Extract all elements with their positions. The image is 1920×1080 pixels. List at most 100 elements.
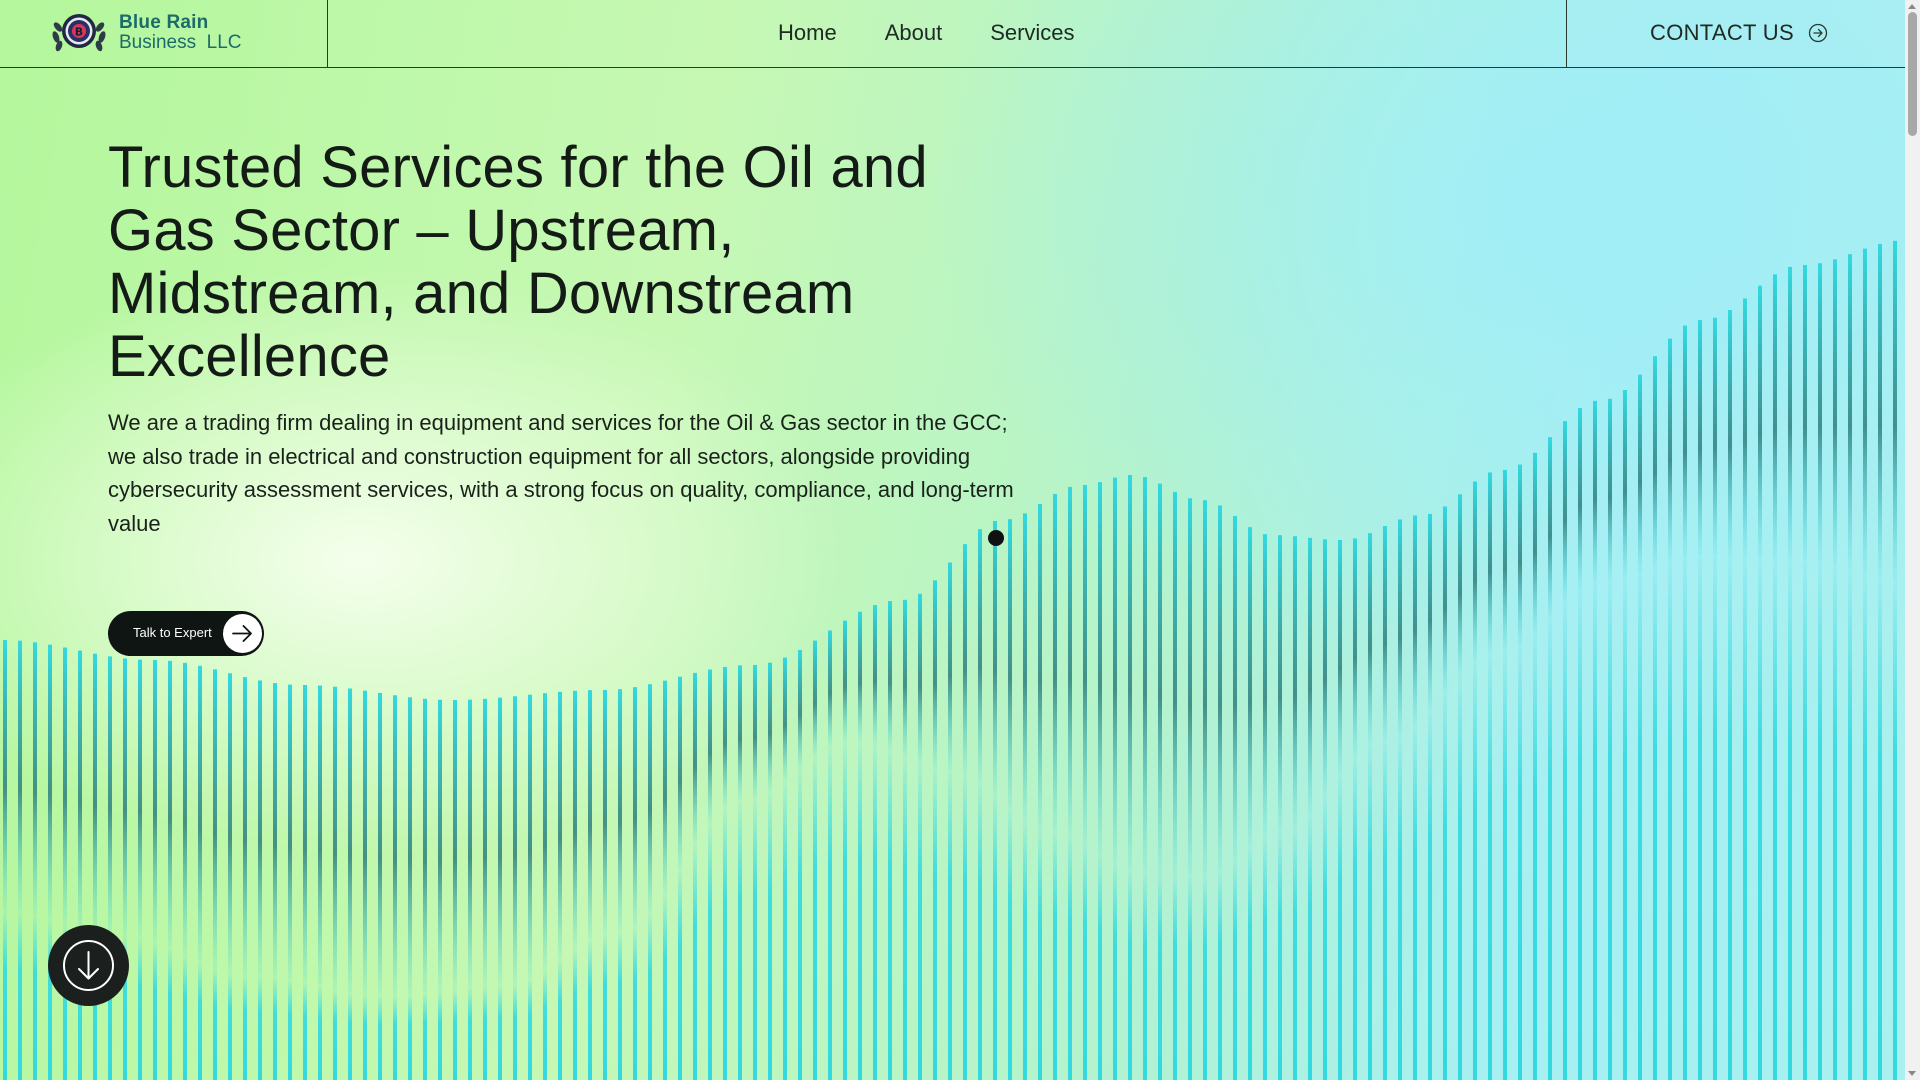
wave-bar-lower bbox=[1008, 807, 1012, 1080]
wave-bar-lower bbox=[138, 936, 142, 1080]
wave-bar-lower bbox=[648, 913, 652, 1080]
wave-bar-upper bbox=[783, 657, 787, 781]
wave-bar-lower bbox=[153, 941, 157, 1080]
wave-bar-upper bbox=[888, 601, 892, 750]
wave-bar-upper bbox=[333, 686, 337, 990]
wave-bar-upper bbox=[1323, 539, 1327, 795]
wave-bar-upper bbox=[288, 684, 292, 979]
cursor-dot bbox=[988, 530, 1004, 546]
wave-bar-lower bbox=[1143, 870, 1147, 1080]
wave-bar-lower bbox=[1653, 566, 1657, 1080]
wave-bar-upper bbox=[108, 656, 112, 935]
wave-bar-upper bbox=[1038, 503, 1042, 828]
hero-title: Trusted Services for the Oil and Gas Sec… bbox=[108, 135, 928, 389]
logo[interactable]: B Blue Rain Business LLC bbox=[0, 0, 328, 67]
wave-bar-lower bbox=[228, 972, 232, 1080]
wave-bar-lower bbox=[348, 992, 352, 1080]
wave-bar-upper bbox=[963, 544, 967, 773]
wave-bar-upper bbox=[1113, 477, 1117, 862]
wave-bar-lower bbox=[423, 992, 427, 1080]
wave-bar-lower bbox=[1458, 674, 1462, 1080]
wave-bar-upper bbox=[1608, 398, 1612, 580]
wave-bar-lower bbox=[663, 892, 667, 1080]
wave-bar-lower bbox=[1053, 830, 1057, 1080]
scroll-thumb[interactable] bbox=[1908, 12, 1917, 136]
wave-bar-upper bbox=[918, 593, 922, 764]
wave-bar-lower bbox=[273, 976, 277, 1080]
wave-bar-lower bbox=[1338, 773, 1342, 1080]
wave-bar-upper bbox=[1158, 483, 1162, 872]
vertical-scrollbar[interactable] bbox=[1905, 0, 1920, 1080]
wave-bar-upper bbox=[363, 690, 367, 995]
wave-bar-upper bbox=[1248, 527, 1252, 846]
wave-bar-lower bbox=[843, 740, 847, 1080]
wave-bar-upper bbox=[1863, 248, 1867, 574]
talk-to-expert-button[interactable]: Talk to Expert bbox=[108, 611, 264, 656]
hero-description: We are a trading firm dealing in equipme… bbox=[108, 410, 1014, 536]
wave-bar-upper bbox=[213, 669, 217, 968]
wave-bar-upper bbox=[1503, 469, 1507, 650]
wave-bar-lower bbox=[513, 983, 517, 1080]
contact-us-button[interactable]: CONTACT US bbox=[1650, 20, 1828, 46]
wave-bar-lower bbox=[738, 800, 742, 1080]
wave-bar-lower bbox=[363, 994, 367, 1080]
wave-bar-upper bbox=[813, 640, 817, 756]
laurel-emblem-icon: B bbox=[52, 14, 106, 52]
wave-bar-upper bbox=[1638, 374, 1642, 573]
wave-bar-upper bbox=[693, 672, 697, 844]
wave-bar-upper bbox=[1278, 535, 1282, 831]
wave-bar-lower bbox=[813, 755, 817, 1080]
wave-bar-lower bbox=[1038, 827, 1042, 1080]
scroll-down-arrow-icon[interactable] bbox=[1908, 1071, 1916, 1076]
wave-bar-lower bbox=[618, 930, 622, 1080]
wave-bar-lower bbox=[978, 780, 982, 1080]
wave-bar-upper bbox=[1893, 240, 1897, 580]
wave-bar-upper bbox=[303, 685, 307, 983]
wave-bar-upper bbox=[1578, 408, 1582, 589]
wave-bar-lower bbox=[168, 947, 172, 1080]
wave-bar-upper bbox=[588, 690, 592, 940]
wave-bar-lower bbox=[1893, 579, 1897, 1080]
wave-bar-upper bbox=[603, 689, 607, 933]
arrow-right-circle-icon bbox=[1808, 23, 1828, 43]
wave-bar-upper bbox=[468, 699, 472, 987]
wave-bar-upper bbox=[1008, 519, 1012, 808]
wave-bar-upper bbox=[138, 659, 142, 937]
wave-bar-lower bbox=[1443, 691, 1447, 1080]
wave-bar-lower bbox=[1218, 869, 1222, 1080]
wave-bar-upper bbox=[183, 662, 187, 955]
site-header: B Blue Rain Business LLC Home About Serv… bbox=[0, 0, 1905, 68]
nav-about[interactable]: About bbox=[885, 20, 943, 46]
wave-bar-lower bbox=[1713, 555, 1717, 1080]
wave-bar-lower bbox=[1368, 743, 1372, 1080]
wave-bar-lower bbox=[858, 740, 862, 1080]
nav-home[interactable]: Home bbox=[778, 20, 837, 46]
nav-services[interactable]: Services bbox=[990, 20, 1074, 46]
wave-bar-lower bbox=[1518, 644, 1522, 1080]
wave-bar-lower bbox=[1728, 555, 1732, 1080]
wave-bar-upper bbox=[1353, 538, 1357, 756]
wave-bar-lower bbox=[1833, 564, 1837, 1080]
wave-bar-lower bbox=[48, 918, 52, 1080]
scroll-up-arrow-icon[interactable] bbox=[1908, 4, 1916, 9]
wave-bar-lower bbox=[198, 961, 202, 1080]
wave-bar-lower bbox=[723, 806, 727, 1080]
wave-bar-upper bbox=[798, 649, 802, 768]
wave-bar-lower bbox=[1203, 874, 1207, 1080]
wave-bar-lower bbox=[708, 821, 712, 1080]
wave-bar-lower bbox=[258, 975, 262, 1080]
wave-bar-upper bbox=[828, 630, 832, 746]
wave-bar-upper bbox=[558, 691, 562, 959]
wave-bar-upper bbox=[1053, 493, 1057, 831]
wave-bar-lower bbox=[1548, 617, 1552, 1080]
scroll-down-button[interactable] bbox=[48, 925, 129, 1006]
wave-bar-lower bbox=[1503, 649, 1507, 1080]
wave-bar-upper bbox=[63, 647, 67, 924]
wave-bar-lower bbox=[693, 843, 697, 1080]
wave-bar-lower bbox=[1563, 601, 1567, 1080]
wave-bar-lower bbox=[333, 989, 337, 1080]
wave-bar-lower bbox=[1848, 568, 1852, 1080]
wave-bar-upper bbox=[48, 644, 52, 919]
wave-bar-upper bbox=[1368, 533, 1372, 744]
wave-bar-lower bbox=[18, 911, 22, 1080]
